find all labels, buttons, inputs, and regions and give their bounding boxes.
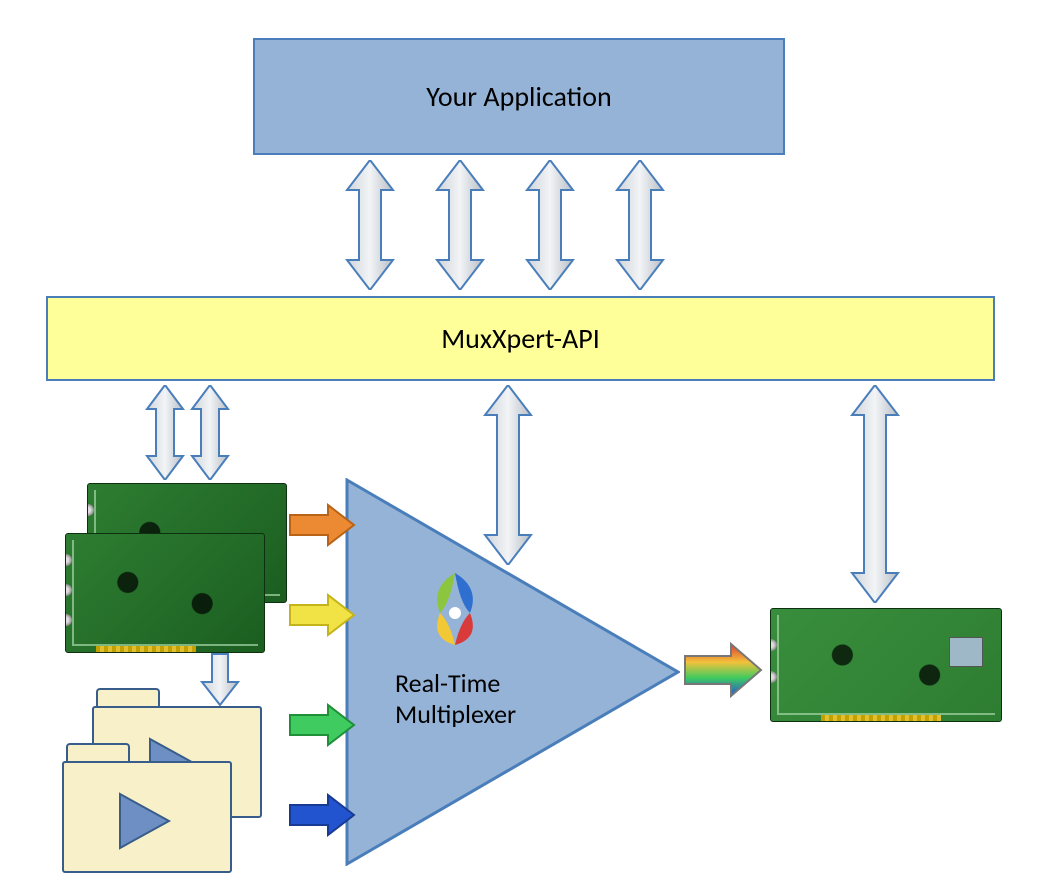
bidir-arrow-cards-1 <box>145 385 185 485</box>
multiplexer-label: Real-Time Multiplexer <box>395 668 516 730</box>
api-label: MuxXpert-API <box>441 321 600 356</box>
application-box: Your Application <box>253 38 785 155</box>
mux-line2: Multiplexer <box>395 699 516 730</box>
input-arrow-2 <box>288 593 356 642</box>
bidir-arrow-cards-2 <box>190 385 230 485</box>
api-box: MuxXpert-API <box>46 296 995 381</box>
mux-line1: Real-Time <box>395 668 516 699</box>
pci-input-card-front <box>65 533 265 653</box>
folder-front <box>62 743 232 873</box>
bidir-arrow-4 <box>615 160 665 295</box>
bidir-arrow-output <box>850 385 900 608</box>
output-arrow <box>683 642 763 703</box>
input-arrow-3 <box>288 703 356 752</box>
bidir-arrow-2 <box>435 160 485 295</box>
input-arrow-4 <box>288 793 356 842</box>
logo-icon <box>410 563 500 658</box>
bidir-arrow-3 <box>525 160 575 295</box>
bidir-arrow-1 <box>345 160 395 295</box>
application-label: Your Application <box>426 79 611 114</box>
input-arrow-1 <box>288 503 356 552</box>
output-card <box>770 608 1002 722</box>
